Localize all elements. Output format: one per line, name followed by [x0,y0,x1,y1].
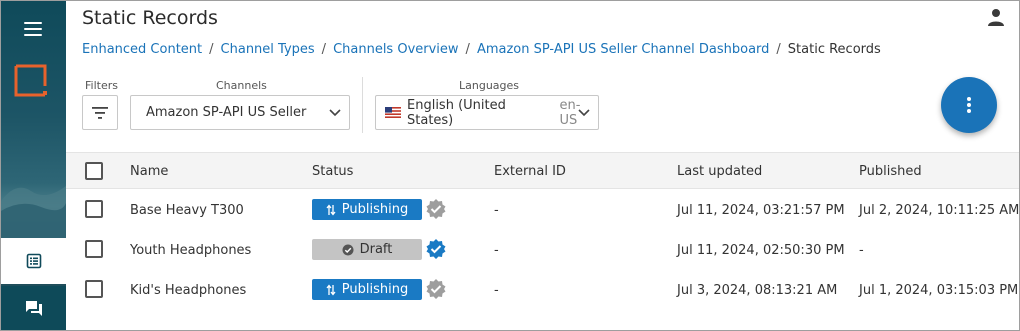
external-id: - [494,283,499,298]
filters-button[interactable] [82,95,118,130]
page-title: Static Records [82,7,218,29]
brand-logo-icon[interactable] [14,64,48,98]
external-id: - [494,203,499,218]
nav-rail [1,1,66,330]
published-date: - [859,243,864,258]
check-circle-icon [342,244,354,256]
language-select-value: English (United States) [407,97,506,128]
app-window: Static Records Enhanced Content / Channe… [0,0,1020,331]
breadcrumb-link-channels-overview[interactable]: Channels Overview [333,42,458,57]
external-id: - [494,243,499,258]
table-header: Name Status External ID Last updated Pub… [66,152,1019,189]
chat-icon [25,301,42,316]
published-date: Jul 1, 2024, 03:15:03 PM [859,283,1019,298]
published-date: Jul 2, 2024, 10:11:25 AM [859,203,1020,218]
status-badge: Draft [312,239,422,260]
filters-label: Filters [85,79,118,92]
nav-static-records[interactable] [1,238,66,284]
list-icon [26,253,41,269]
breadcrumb-separator: / [321,42,327,57]
last-updated: Jul 11, 2024, 02:50:30 PM [677,243,845,258]
breadcrumb-current: Static Records [787,42,881,57]
breadcrumb-link-channel-types[interactable]: Channel Types [221,42,315,57]
row-checkbox[interactable] [85,240,103,258]
more-vertical-icon [967,95,971,115]
channels-select[interactable]: Amazon SP-API US Seller [130,95,350,130]
row-checkbox[interactable] [85,280,103,298]
verified-badge-icon [426,199,446,219]
menu-button[interactable] [1,1,65,56]
column-header-last-updated[interactable]: Last updated [677,164,762,179]
sync-arrows-icon [326,283,336,296]
more-actions-button[interactable] [941,77,997,133]
column-header-status[interactable]: Status [312,164,353,179]
status-label: Publishing [341,202,409,217]
last-updated: Jul 3, 2024, 08:13:21 AM [677,283,838,298]
hamburger-icon [24,21,42,36]
languages-label: Languages [459,79,520,92]
table-row[interactable]: Base Heavy T300 Publishing - Jul 11, 202… [66,190,1020,230]
select-all-checkbox[interactable] [85,162,103,180]
breadcrumb-link-enhanced-content[interactable]: Enhanced Content [82,42,202,57]
breadcrumb-link-channel-dashboard[interactable]: Amazon SP-API US Seller Channel Dashboar… [477,42,769,57]
us-flag-icon [385,107,401,118]
breadcrumb-separator: / [776,42,781,57]
chevron-down-icon [578,109,590,117]
status-badge: Publishing [312,199,422,220]
status-label: Draft [359,242,393,257]
breadcrumb-separator: / [209,42,214,57]
verified-badge-icon [426,239,446,259]
sync-arrows-icon [326,203,336,216]
record-name: Kid's Headphones [130,283,247,298]
languages-select[interactable]: English (United States) en-US [375,95,599,130]
last-updated: Jul 11, 2024, 03:21:57 PM [677,203,845,218]
channels-label: Channels [216,79,267,92]
table-row[interactable]: Youth Headphones Draft - Jul 11, 2024, 0… [66,230,1019,270]
account-icon[interactable] [986,7,1006,27]
column-header-name[interactable]: Name [130,164,168,179]
column-header-external-id[interactable]: External ID [494,164,566,179]
column-header-published[interactable]: Published [859,164,922,179]
breadcrumb: Enhanced Content / Channel Types / Chann… [82,42,881,57]
channels-select-value: Amazon SP-API US Seller [146,105,307,120]
verified-badge-icon [426,279,446,299]
record-name: Base Heavy T300 [130,203,244,218]
row-checkbox[interactable] [85,200,103,218]
nav-chat[interactable] [1,286,66,330]
status-badge: Publishing [312,279,422,300]
filter-divider [362,77,363,133]
record-name: Youth Headphones [130,243,252,258]
breadcrumb-separator: / [465,42,470,57]
filter-icon [92,106,108,119]
chevron-down-icon [329,109,341,117]
status-label: Publishing [341,282,409,297]
rail-background-art [1,186,66,241]
table-row[interactable]: Kid's Headphones Publishing - Jul 3, 202… [66,270,1019,310]
